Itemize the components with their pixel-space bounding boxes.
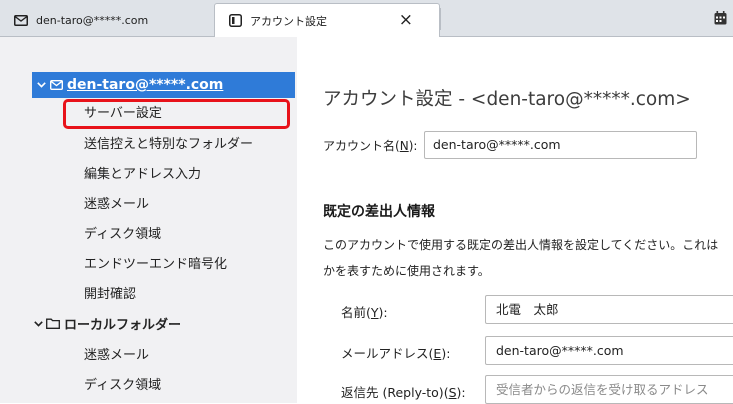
- sidebar-item-e2e-encryption[interactable]: エンドツーエンド暗号化: [84, 256, 227, 274]
- mail-icon: [50, 80, 63, 90]
- identity-description-line2: かを表すために使用されます。: [323, 264, 490, 278]
- highlight-annotation: [63, 99, 290, 129]
- name-input[interactable]: 北電 太郎: [485, 295, 733, 324]
- email-label: メールアドレス(E):: [341, 346, 451, 361]
- account-sidebar: den-taro@*****.com サーバー設定 送信控えと特別なフォルダー …: [0, 37, 297, 403]
- chevron-down-icon[interactable]: [34, 320, 43, 327]
- chevron-down-icon[interactable]: [37, 82, 47, 88]
- account-name-label: アカウント名(N):: [323, 139, 418, 153]
- tab-mail-label: den-taro@*****.com: [36, 13, 149, 27]
- sidebar-item-disk-space[interactable]: ディスク領域: [84, 226, 161, 244]
- sidebar-local-folders-row[interactable]: ローカルフォルダー: [34, 314, 181, 333]
- email-input[interactable]: den-taro@*****.com: [485, 336, 733, 365]
- sidebar-item-composition[interactable]: 編集とアドレス入力: [84, 166, 201, 184]
- folder-icon: [46, 318, 60, 329]
- tab-account-settings-label: アカウント設定: [250, 14, 327, 28]
- calendar-icon[interactable]: [714, 10, 727, 29]
- sidebar-account-label: den-taro@*****.com: [67, 77, 224, 93]
- tab-bar: den-taro@*****.com アカウント設定 ×: [0, 0, 733, 37]
- section-heading-default-identity: 既定の差出人情報: [323, 204, 435, 220]
- settings-window-icon: [229, 14, 242, 27]
- sidebar-account-row[interactable]: den-taro@*****.com: [32, 72, 295, 98]
- account-name-input[interactable]: den-taro@*****.com: [424, 131, 697, 159]
- sidebar-item-local-junk[interactable]: 迷惑メール: [84, 347, 149, 365]
- tab-mail[interactable]: den-taro@*****.com: [0, 4, 214, 36]
- close-tab-icon[interactable]: ×: [399, 11, 413, 29]
- account-settings-pane: アカウント設定 - <den-taro@*****.com> アカウント名(N)…: [297, 37, 733, 404]
- reply-to-input[interactable]: 受信者からの返信を受け取るアドレス: [485, 375, 733, 404]
- sidebar-item-copies-folders[interactable]: 送信控えと特別なフォルダー: [84, 136, 253, 154]
- name-label: 名前(Y):: [341, 305, 388, 320]
- mail-icon: [14, 14, 28, 26]
- reply-to-label: 返信先 (Reply-to)(S):: [341, 385, 466, 400]
- tab-separator: [440, 8, 441, 30]
- tab-account-settings[interactable]: アカウント設定 ×: [214, 3, 440, 37]
- sidebar-item-junk[interactable]: 迷惑メール: [84, 196, 149, 214]
- identity-description-line1: このアカウントで使用する既定の差出人情報を設定してください。これは: [323, 238, 719, 252]
- page-title: アカウント設定 - <den-taro@*****.com>: [323, 89, 691, 110]
- sidebar-local-folders-label: ローカルフォルダー: [64, 318, 182, 333]
- sidebar-item-return-receipts[interactable]: 開封確認: [84, 286, 136, 304]
- sidebar-item-local-disk-space[interactable]: ディスク領域: [84, 377, 161, 395]
